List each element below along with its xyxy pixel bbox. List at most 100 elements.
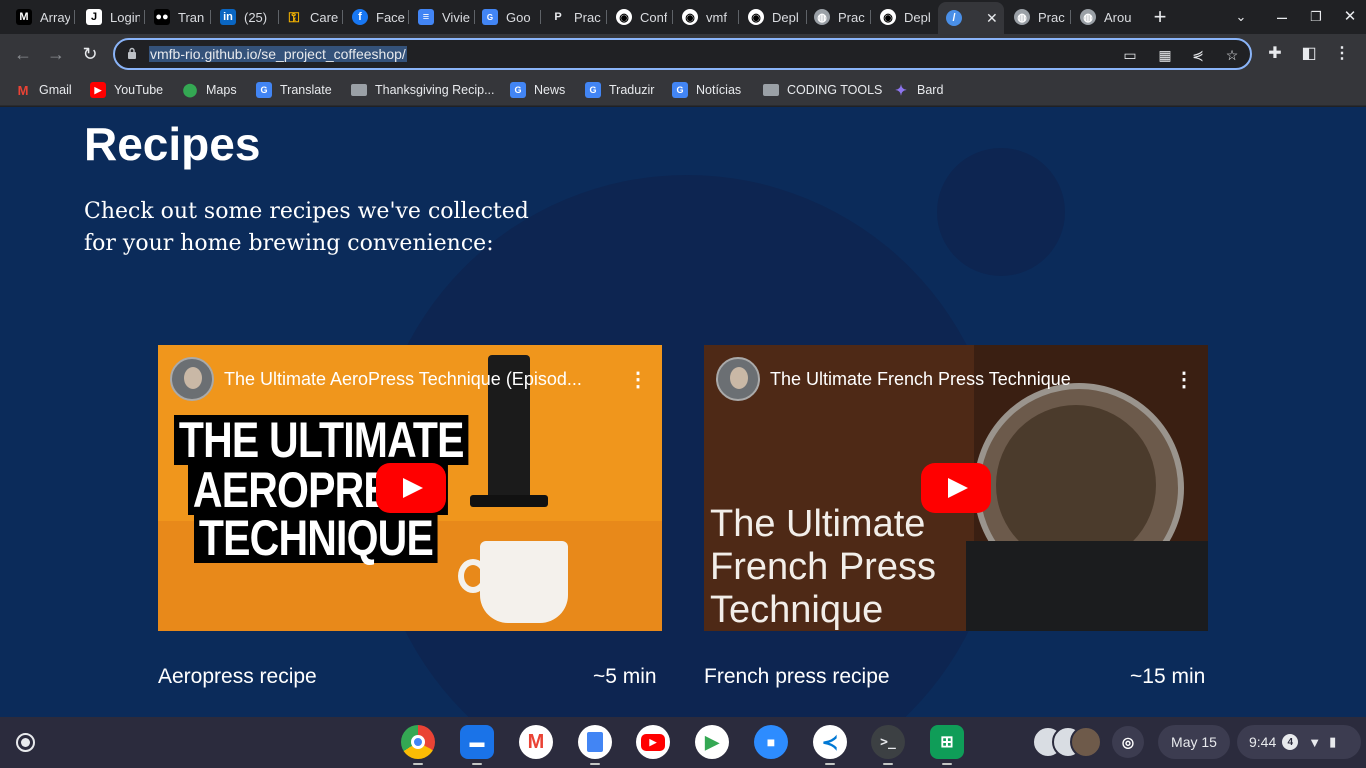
address-bar[interactable]: vmfb-rio.github.io/se_project_coffeeshop… [113, 38, 1252, 70]
mug-image [480, 541, 568, 623]
tab-1[interactable]: J Login [78, 4, 140, 30]
notification-badge: 4 [1282, 734, 1299, 750]
bookmark-youtube[interactable]: ▶ YouTube [90, 81, 163, 99]
docs-icon[interactable] [578, 725, 612, 759]
video-title[interactable]: The Ultimate AeroPress Technique (Episod… [224, 369, 626, 390]
side-panel-icon[interactable]: ◧ [1298, 43, 1320, 65]
tab-7[interactable]: G Goo [474, 4, 536, 30]
bookmark-label: Translate [280, 83, 332, 97]
video-menu-icon[interactable]: ⋮ [1172, 367, 1196, 392]
tab-9[interactable]: ◉ Conf [608, 4, 670, 30]
share-icon[interactable]: ⋞ [1188, 45, 1208, 65]
files-icon[interactable]: ▬ [460, 725, 494, 759]
bookmark-bard[interactable]: ✦ Bard [893, 81, 943, 99]
cast-icon[interactable]: ▭ [1120, 45, 1140, 65]
bookmark-label: Notícias [696, 83, 742, 97]
page-lead: Check out some recipes we've collected f… [84, 199, 529, 256]
video-french-press[interactable]: The Ultimate French Press Technique The … [704, 345, 1208, 631]
tab-title: Care [310, 9, 339, 25]
sheets-icon[interactable]: ⊞ [930, 725, 964, 759]
tab-4[interactable]: ⚿ Care [278, 4, 340, 30]
new-tab-icon[interactable]: + [1148, 6, 1172, 28]
key-icon: ⚿ [288, 8, 300, 25]
vscode-icon[interactable]: ≺ [813, 725, 847, 759]
url-text[interactable]: vmfb-rio.github.io/se_project_coffeeshop… [149, 46, 407, 62]
battery-icon: ▮ [1329, 734, 1337, 749]
tab-10[interactable]: ◉ vmf [674, 4, 736, 30]
video-aeropress[interactable]: THE ULTIMATE AEROPRESS TECHNIQUE The Ult… [158, 345, 662, 631]
play-store-icon[interactable]: ▶ [695, 725, 729, 759]
tab-8[interactable]: P Prac [542, 4, 604, 30]
status-tray[interactable]: 9:44 4 ▼ ▮ [1237, 725, 1361, 759]
tab-16[interactable]: ◍ Arou [1072, 4, 1134, 30]
restore-icon[interactable]: ❐ [1304, 6, 1328, 28]
forward-arrow-icon[interactable]: → [44, 42, 68, 66]
terminal-icon[interactable]: >_ [871, 725, 905, 759]
bookmark-news[interactable]: G News [510, 81, 565, 99]
video-menu-icon[interactable]: ⋮ [626, 367, 650, 392]
tab-title: Arou [1104, 9, 1132, 25]
tab-5[interactable]: f Face [344, 4, 406, 30]
video-title[interactable]: The Ultimate French Press Technique [770, 369, 1172, 390]
reload-icon[interactable]: ↻ [78, 42, 102, 66]
chrome-icon[interactable] [401, 725, 435, 759]
channel-avatar[interactable] [170, 357, 214, 401]
tab-13[interactable]: ◉ Depl [872, 4, 934, 30]
bookmark-label: Bard [917, 83, 944, 97]
close-tab-icon[interactable]: ✕ [986, 10, 998, 27]
extensions-puzzle-icon[interactable]: ✚ [1264, 43, 1286, 65]
linkedin-icon: in [220, 9, 236, 25]
tab-6[interactable]: ≡ Vivie [410, 4, 472, 30]
github-icon: ◉ [616, 9, 632, 25]
zoom-icon[interactable]: ■ [754, 725, 788, 759]
youtube-play-button[interactable] [376, 463, 446, 513]
folder-icon [351, 84, 367, 96]
back-arrow-icon[interactable]: ← [11, 42, 35, 66]
channel-avatar[interactable] [716, 357, 760, 401]
j-icon: J [86, 9, 102, 25]
tab-15[interactable]: ◍ Prac [1006, 4, 1068, 30]
tab-title: Depl [904, 9, 931, 25]
bookmark-label: Maps [206, 83, 237, 97]
bookmark-label: Traduzir [609, 83, 655, 97]
bookmark-translate[interactable]: G Translate [256, 81, 332, 99]
bookmark-maps[interactable]: ⬤ Maps [182, 81, 237, 99]
globe-icon: ◍ [1014, 9, 1030, 25]
bookmark-star-icon[interactable]: ☆ [1222, 45, 1242, 65]
bookmark-noticias[interactable]: G Notícias [672, 81, 741, 99]
more-menu-icon[interactable]: ⋮ [1331, 43, 1353, 65]
background-circle [937, 148, 1065, 276]
globe-icon: ◍ [814, 9, 830, 25]
translate-icon: G [256, 82, 272, 98]
bookmark-traduzir[interactable]: G Traduzir [585, 81, 654, 99]
tab-12[interactable]: ◍ Prac [806, 4, 868, 30]
tab-0[interactable]: M Array [8, 4, 70, 30]
qr-code-icon[interactable]: ▦ [1155, 45, 1175, 65]
thumbnail-text: THE ULTIMATE [174, 415, 469, 465]
bookmark-folder-coding-tools[interactable]: CODING TOOLS [763, 81, 882, 99]
youtube-icon[interactable]: ▶ [636, 725, 670, 759]
bookmark-gmail[interactable]: M Gmail [15, 81, 72, 99]
tab-active-coffeeshop[interactable]: / ✕ [938, 2, 1004, 34]
bookmark-label: CODING TOOLS [787, 83, 883, 97]
holding-space-thumbnail[interactable] [1070, 726, 1102, 758]
tab-3[interactable]: in (25) [212, 4, 274, 30]
tab-search-chevron-icon[interactable]: ⌄ [1229, 6, 1253, 28]
tab-11[interactable]: ◉ Depl [740, 4, 802, 30]
gmail-icon[interactable]: M [519, 725, 553, 759]
bookmark-label: YouTube [114, 83, 164, 97]
lock-icon[interactable] [127, 47, 137, 59]
close-window-icon[interactable]: ✕ [1338, 6, 1362, 28]
github-icon: ◉ [682, 9, 698, 25]
media-controls-icon[interactable]: ◎ [1112, 726, 1144, 758]
minimize-icon[interactable]: – [1270, 6, 1294, 28]
bookmark-folder-thanksgiving[interactable]: Thanksgiving Recip... [351, 81, 495, 99]
tab-title: Face [376, 9, 405, 25]
launcher-icon[interactable] [16, 733, 35, 752]
clock-text: 9:44 [1249, 734, 1277, 750]
date-tray[interactable]: May 15 [1158, 725, 1230, 759]
news-icon: G [672, 82, 688, 98]
maps-pin-icon: ⬤ [182, 82, 198, 97]
youtube-play-button[interactable] [921, 463, 991, 513]
tab-2[interactable]: ●● Tran [146, 4, 208, 30]
